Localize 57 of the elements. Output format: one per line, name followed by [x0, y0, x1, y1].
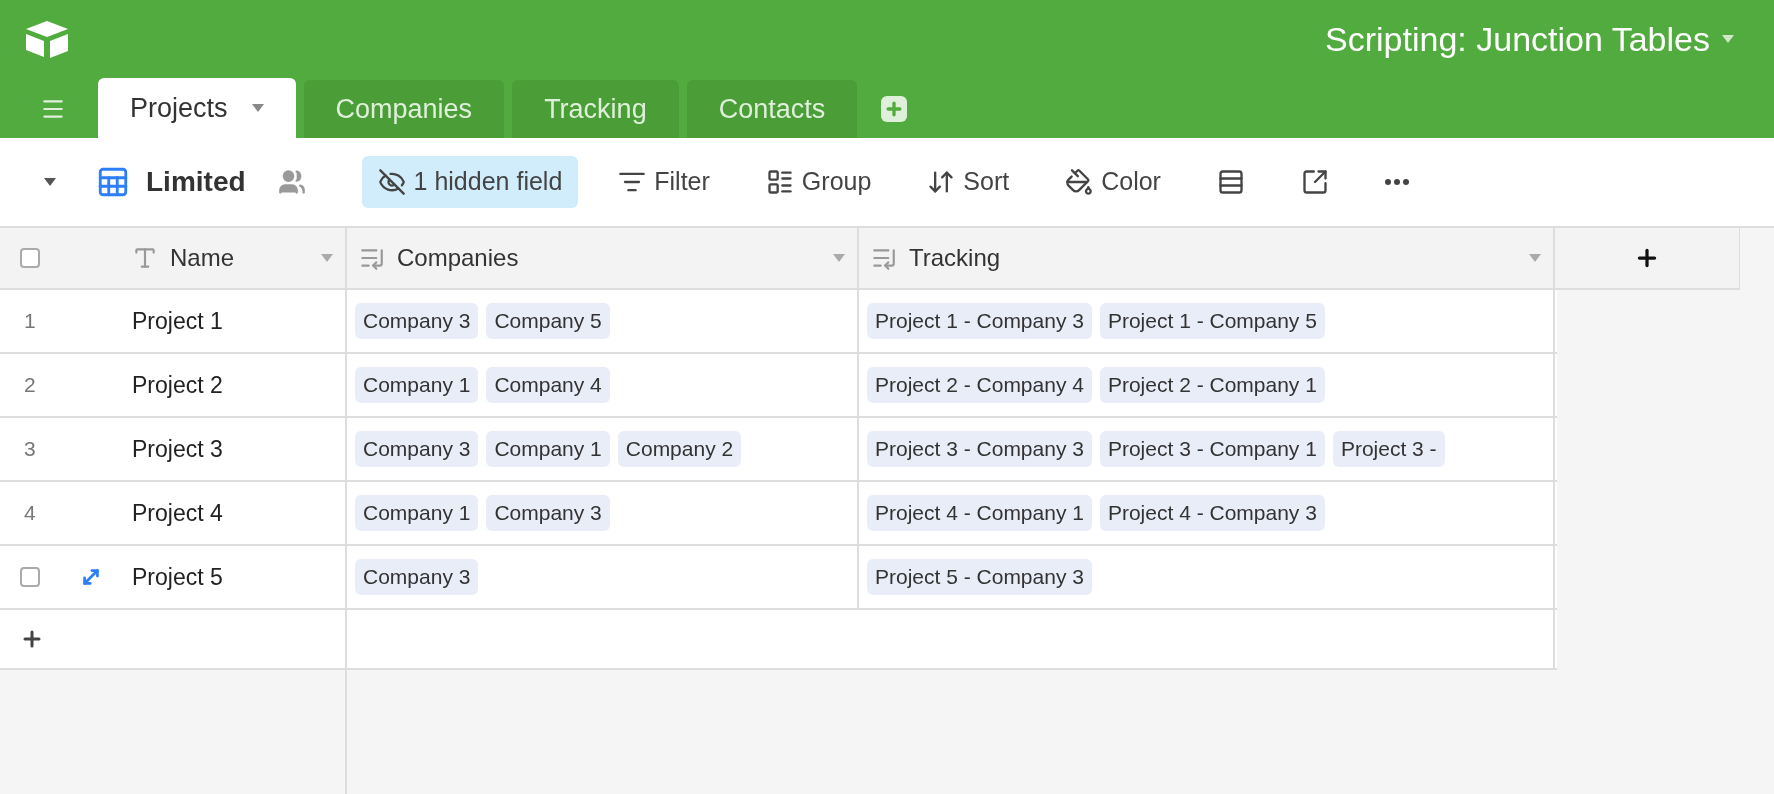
- linked-record-chip[interactable]: Project 5 - Company 3: [867, 559, 1092, 595]
- linked-record-chip[interactable]: Company 1: [355, 367, 479, 403]
- linked-record-chip[interactable]: Project 2 - Company 1: [1099, 367, 1325, 403]
- caret-icon: [251, 104, 264, 112]
- linked-record-chip[interactable]: Project 3 -: [1332, 431, 1445, 467]
- linked-record-chip[interactable]: Project 1 - Company 5: [1099, 303, 1325, 339]
- toolbar-button[interactable]: Color: [1049, 156, 1177, 208]
- eye-slash-icon: [377, 168, 406, 196]
- people-icon: [277, 168, 306, 196]
- more-icon: [1384, 179, 1409, 185]
- grid-view-icon: [96, 165, 130, 199]
- linked-record-chip[interactable]: Company 3: [355, 303, 479, 339]
- table-cell-text: Project 4: [132, 498, 223, 528]
- caret-icon: [833, 254, 845, 262]
- column-header[interactable]: Tracking: [859, 228, 1555, 288]
- caret-icon: [1722, 35, 1734, 43]
- toolbar-button[interactable]: 1 hidden field: [361, 156, 579, 208]
- linked-record-chip[interactable]: Company 3: [355, 431, 479, 467]
- row-number: 4: [23, 500, 36, 527]
- linked-record-chip[interactable]: Company 2: [617, 431, 742, 467]
- select-all-checkbox[interactable]: [20, 248, 40, 268]
- view-name[interactable]: Limited: [146, 161, 246, 203]
- table-cell-text: Project 1: [132, 306, 223, 336]
- list-icon: [765, 168, 794, 196]
- expand-icon[interactable]: [80, 566, 102, 588]
- row-checkbox[interactable]: [20, 567, 40, 587]
- table-cell-text: Project 5: [132, 562, 223, 592]
- linked-record-chip[interactable]: Project 4 - Company 1: [867, 495, 1092, 531]
- table-cell-text: Project 3: [132, 434, 223, 464]
- table-tab[interactable]: Projects: [98, 78, 296, 138]
- linked-record-chip[interactable]: Project 3 - Company 3: [867, 431, 1092, 467]
- row-number: 1: [23, 308, 36, 335]
- paint-bucket-icon: [1065, 168, 1094, 196]
- table-cell-text: Project 2: [132, 370, 223, 400]
- column-header[interactable]: Name: [120, 228, 347, 288]
- linked-record-chip[interactable]: Company 3: [486, 495, 610, 531]
- toolbar-button[interactable]: Sort: [911, 156, 1026, 208]
- row-number: 3: [23, 436, 36, 463]
- logo-icon: [24, 19, 70, 59]
- caret-icon: [321, 254, 333, 262]
- toolbar-button[interactable]: Filter: [602, 156, 726, 208]
- linked-record-chip[interactable]: Project 3 - Company 1: [1099, 431, 1325, 467]
- row-height-icon: [1216, 168, 1245, 196]
- linked-record-chip[interactable]: Project 2 - Company 4: [867, 367, 1092, 403]
- linked-record-chip[interactable]: Project 1 - Company 3: [867, 303, 1092, 339]
- linked-record-chip[interactable]: Project 4 - Company 3: [1099, 495, 1325, 531]
- linked-record-chip[interactable]: Company 1: [355, 495, 479, 531]
- caret-icon: [44, 178, 56, 186]
- linked-record-chip[interactable]: Company 3: [355, 559, 479, 595]
- row-number: 2: [23, 372, 36, 399]
- column-header[interactable]: Companies: [347, 228, 859, 288]
- linked-record-chip[interactable]: Company 5: [486, 303, 610, 339]
- share-icon: [1300, 168, 1329, 196]
- caret-icon: [1529, 254, 1541, 262]
- linked-record-chip[interactable]: Company 4: [486, 367, 610, 403]
- linked-record-chip[interactable]: Company 1: [486, 431, 610, 467]
- toolbar-button[interactable]: Group: [749, 156, 888, 208]
